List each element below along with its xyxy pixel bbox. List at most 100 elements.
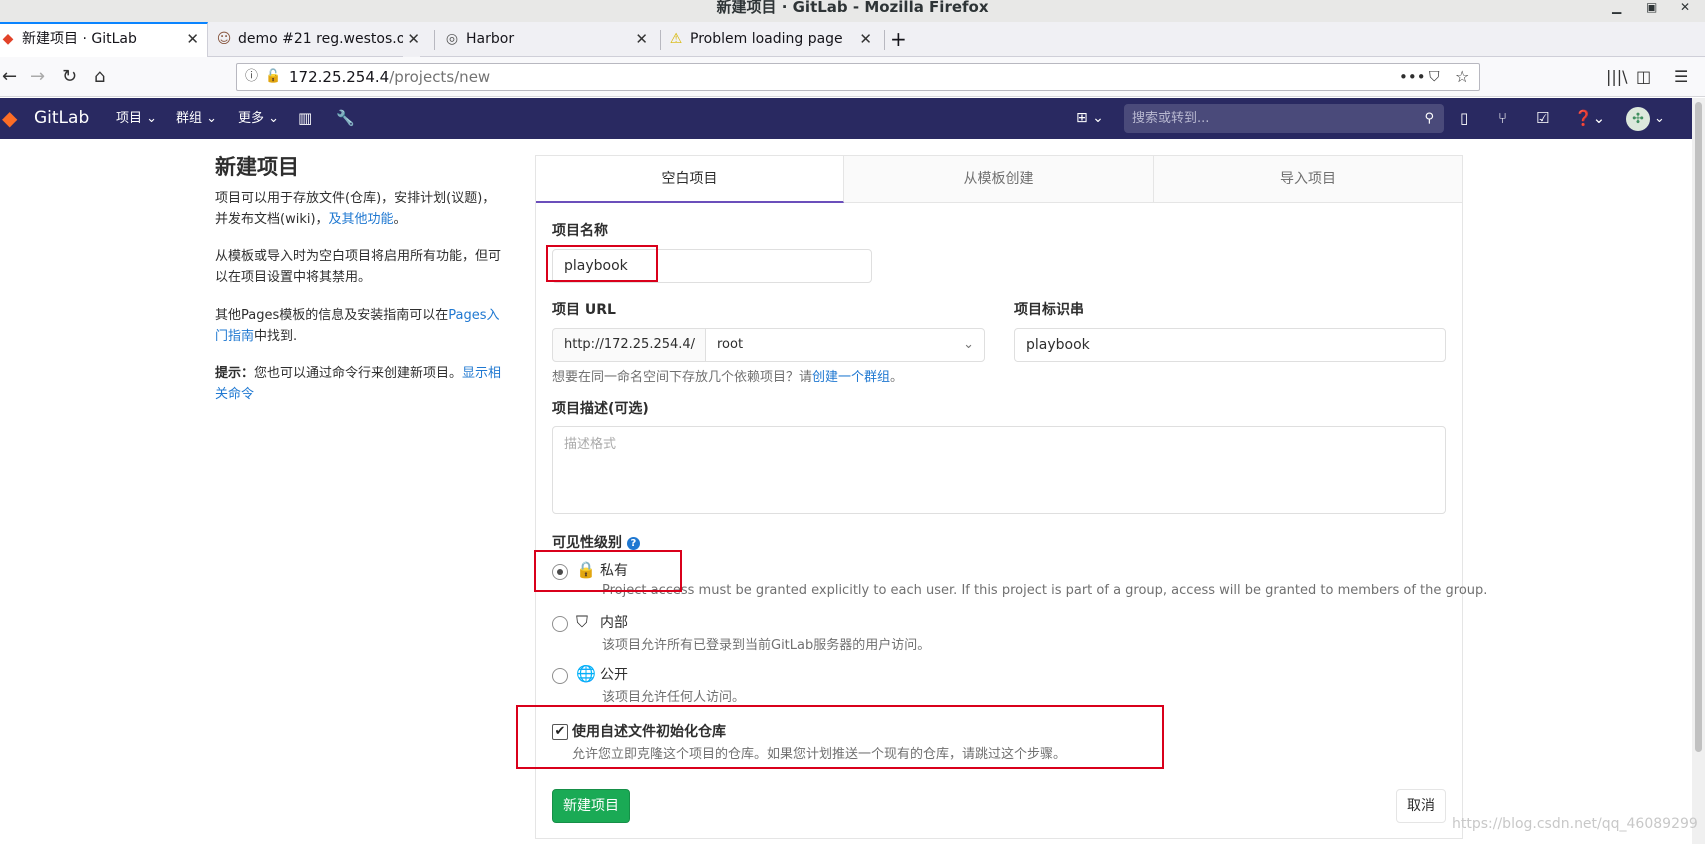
new-tab-icon[interactable]: +: [890, 22, 914, 57]
namespace-select[interactable]: root ⌄: [705, 328, 985, 362]
search-icon: ⚲: [1424, 111, 1434, 126]
minimize-icon[interactable]: ▁: [1612, 0, 1621, 14]
close-window-icon[interactable]: ✕: [1680, 0, 1690, 14]
project-url-label: 项目 URL: [552, 302, 616, 318]
back-icon[interactable]: ←: [2, 63, 17, 91]
annotation-box-private: [534, 550, 682, 592]
project-type-tabs: 空白项目 从模板创建 导入项目: [535, 155, 1463, 203]
create-group-link[interactable]: 创建一个群组: [812, 370, 890, 385]
nav-more-label: 更多: [238, 111, 265, 126]
project-name-label: 项目名称: [552, 223, 608, 239]
nav-projects[interactable]: 项目 ⌄: [116, 98, 157, 139]
browser-tabstrip: ◆ 新建项目 · GitLab ✕ ☺ demo #21 reg.westos.or…: [0, 22, 1705, 57]
nav-groups[interactable]: 群组 ⌄: [176, 98, 217, 139]
cancel-button[interactable]: 取消: [1396, 789, 1446, 823]
project-slug-input[interactable]: playbook: [1014, 328, 1446, 362]
create-project-button[interactable]: 新建项目: [552, 789, 630, 823]
tab-blank-project[interactable]: 空白项目: [536, 156, 844, 203]
page-title: 新建项目: [215, 155, 299, 179]
tab-divider: [660, 30, 661, 50]
page-actions-icon[interactable]: •••: [1399, 64, 1426, 90]
pages-paragraph: 其他Pages模板的信息及安装指南可以在Pages入门指南中找到.: [215, 305, 505, 347]
home-icon[interactable]: ⌂: [94, 63, 105, 91]
gitlab-logo-icon[interactable]: ◆: [2, 98, 17, 139]
avatar[interactable]: ✣: [1626, 107, 1650, 131]
tab-import-project[interactable]: 导入项目: [1154, 156, 1462, 203]
todos-icon[interactable]: ☑: [1536, 98, 1549, 139]
info-icon[interactable]: ⓘ: [245, 64, 258, 90]
group-hint: 想要在同一命名空间下存放几个依赖项目？请创建一个群组。: [552, 366, 903, 385]
sidebar-toggle-icon[interactable]: ◫: [1636, 63, 1651, 91]
url-bar[interactable]: ⓘ 🔓 172.25.254.4/projects/new ••• ⛉ ☆: [236, 63, 1480, 91]
admin-wrench-icon[interactable]: 🔧: [336, 98, 355, 139]
chevron-down-icon[interactable]: ⌄: [1654, 98, 1665, 139]
help-icon[interactable]: ?: [626, 536, 640, 550]
library-icon[interactable]: |||\: [1606, 63, 1628, 91]
scrollbar-thumb[interactable]: [1695, 102, 1702, 752]
search-placeholder: 搜索或转到...: [1132, 111, 1210, 126]
visibility-private-desc: Project access must be granted explicitl…: [602, 583, 1488, 598]
tab-label: Problem loading page: [690, 31, 843, 47]
insecure-lock-icon[interactable]: 🔓: [265, 64, 281, 90]
visibility-label: 可见性级别 ?: [552, 532, 640, 552]
visibility-internal-desc: 该项目允许所有已登录到当前GitLab服务器的用户访问。: [602, 638, 931, 653]
close-tab-icon[interactable]: ✕: [186, 24, 199, 55]
annotation-box-readme: [516, 705, 1164, 769]
visibility-public-radio[interactable]: [552, 668, 568, 684]
help-icon[interactable]: ❓⌄: [1574, 98, 1605, 139]
search-input[interactable]: 搜索或转到... ⚲: [1124, 104, 1444, 133]
merge-requests-icon[interactable]: ⑂: [1498, 98, 1507, 139]
user-avatar-icon: ☺: [216, 31, 232, 47]
more-features-link[interactable]: 及其他功能: [329, 212, 394, 227]
annotation-box-name: [546, 245, 658, 282]
nav-projects-label: 项目: [116, 111, 143, 126]
visibility-internal-title: 内部: [600, 615, 628, 631]
watermark: https://blog.csdn.net/qq_46089299: [1452, 816, 1698, 832]
template-paragraph: 从模板或导入时为空白项目将启用所有功能，但可以在项目设置中将其禁用。: [215, 249, 502, 285]
window-title: 新建项目 · GitLab - Mozilla Firefox: [716, 0, 989, 16]
group-hint-end: 。: [890, 370, 904, 385]
browser-tab-gitlab[interactable]: ◆ 新建项目 · GitLab ✕: [0, 22, 208, 57]
new-dropdown-icon[interactable]: ⊞ ⌄: [1076, 98, 1104, 139]
issues-icon[interactable]: ▯: [1460, 98, 1468, 139]
activity-chart-icon[interactable]: ▥: [298, 98, 312, 139]
tab-label: Harbor: [466, 31, 515, 47]
url-prefix: http://172.25.254.4/: [552, 328, 706, 362]
forward-icon[interactable]: →: [30, 63, 45, 91]
browser-tab-problem[interactable]: ⚠ Problem loading page ✕: [668, 22, 880, 57]
pocket-icon[interactable]: ⛉: [1429, 64, 1440, 90]
url-path: /projects/new: [389, 68, 491, 86]
warning-icon: ⚠: [669, 31, 683, 47]
page-scrollbar[interactable]: [1692, 98, 1705, 844]
gitlab-brand[interactable]: GitLab: [34, 98, 89, 139]
intro-end: 。: [393, 212, 407, 227]
url-host: 172.25.254.4: [289, 68, 390, 86]
intro-paragraph: 项目可以用于存放文件(仓库)，安排计划(议题)，并发布文档(wiki)，及其他功…: [215, 188, 505, 230]
visibility-internal-radio[interactable]: [552, 616, 568, 632]
nav-more[interactable]: 更多 ⌄: [238, 98, 279, 139]
tip-paragraph: 提示：您也可以通过命令行来创建新项目。显示相关命令: [215, 363, 505, 405]
browser-tab-demo[interactable]: ☺ demo #21 reg.westos.org ✕: [216, 22, 428, 57]
project-description-textarea[interactable]: 描述格式: [552, 426, 1446, 514]
shield-icon: ⛉: [576, 612, 589, 631]
bookmark-star-icon[interactable]: ☆: [1455, 64, 1469, 90]
visibility-public-title: 公开: [600, 667, 628, 683]
close-tab-icon[interactable]: ✕: [859, 22, 872, 57]
tab-from-template[interactable]: 从模板创建: [844, 156, 1154, 203]
maximize-icon[interactable]: ▣: [1646, 0, 1657, 14]
pages-end: 中找到.: [254, 329, 298, 344]
close-tab-icon[interactable]: ✕: [635, 22, 648, 57]
tab-label: demo #21 reg.westos.org: [238, 31, 420, 47]
group-hint-text: 想要在同一命名空间下存放几个依赖项目？请: [552, 370, 813, 385]
gitlab-navbar: ◆ GitLab 项目 ⌄ 群组 ⌄ 更多 ⌄ ▥ 🔧 ⊞ ⌄ 搜索或转到...…: [0, 98, 1692, 139]
close-tab-icon[interactable]: ✕: [403, 22, 420, 57]
visibility-public-desc: 该项目允许任何人访问。: [602, 690, 746, 705]
browser-tab-harbor[interactable]: ◎ Harbor ✕: [444, 22, 656, 57]
harbor-icon: ◎: [445, 31, 459, 47]
globe-icon: 🌐: [576, 664, 596, 683]
menu-icon[interactable]: ☰: [1674, 63, 1688, 91]
window-titlebar: 新建项目 · GitLab - Mozilla Firefox ▁ ▣ ✕: [0, 0, 1705, 22]
reload-icon[interactable]: ↻: [62, 63, 77, 91]
pages-text: 其他Pages模板的信息及安装指南可以在: [215, 308, 449, 323]
project-description-label: 项目描述(可选): [552, 401, 649, 417]
